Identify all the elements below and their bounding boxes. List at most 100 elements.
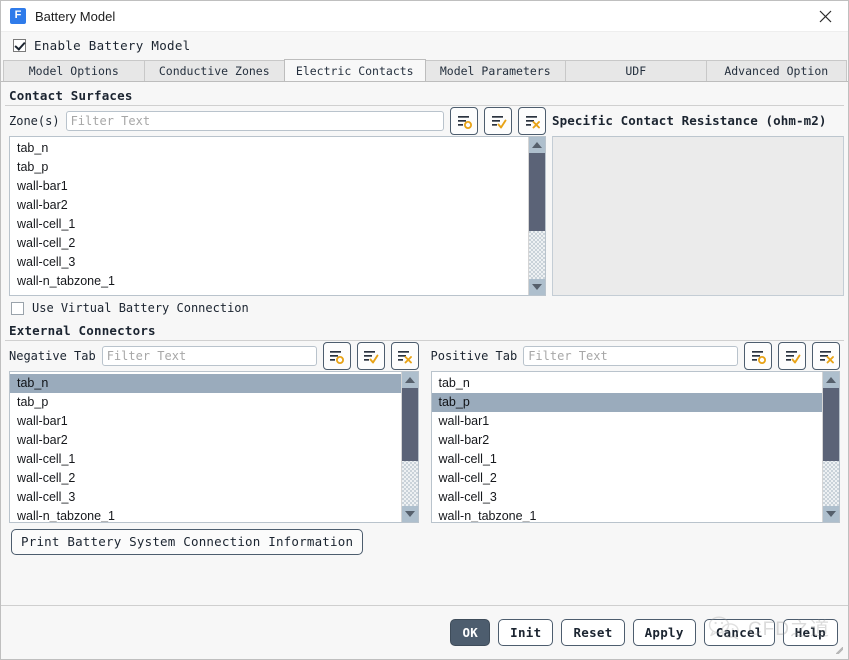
resistance-column: Specific Contact Resistance (ohm-m2) [546, 106, 844, 296]
external-connectors-title: External Connectors [9, 323, 156, 338]
list-item[interactable]: tab_n [432, 374, 823, 393]
external-connectors-section: Negative Tab Filter Text tab_n tab_p wal… [5, 341, 844, 523]
list-item[interactable]: wall-cell_3 [432, 488, 823, 507]
window-title: Battery Model [35, 8, 116, 24]
zones-list-items: tab_n tab_p wall-bar1 wall-bar2 wall-cel… [10, 137, 528, 295]
zones-vertical-scrollbar[interactable] [528, 137, 545, 295]
list-item[interactable]: wall-bar1 [10, 177, 528, 196]
print-info-row: Print Battery System Connection Informat… [1, 523, 848, 561]
tab-conductive-zones[interactable]: Conductive Zones [143, 60, 285, 81]
positive-tab-select-all-icon[interactable] [778, 342, 806, 370]
zones-filter-input[interactable] [65, 111, 444, 131]
tab-model-parameters[interactable]: Model Parameters [424, 60, 566, 81]
scroll-track[interactable] [823, 388, 839, 506]
negative-tab-vertical-scrollbar[interactable] [400, 372, 418, 522]
scroll-up-arrow-icon[interactable] [823, 372, 839, 388]
scroll-thumb[interactable] [529, 153, 545, 232]
list-item[interactable]: tab_p [431, 393, 822, 412]
positive-tab-filter-input[interactable] [523, 346, 738, 366]
positive-tab-column: Positive Tab Filter Text tab_n tab_p wal… [430, 341, 840, 523]
tab-electric-contacts[interactable]: Electric Contacts [284, 59, 426, 81]
fluent-f-icon [10, 7, 26, 24]
scroll-down-arrow-icon[interactable] [823, 506, 839, 522]
use-virtual-battery-connection-label: Use Virtual Battery Connection [32, 301, 249, 315]
list-item[interactable]: tab_n [10, 139, 528, 158]
resistance-header: Specific Contact Resistance (ohm-m2) [552, 113, 827, 128]
help-button[interactable]: Help [782, 619, 838, 646]
tab-advanced-option[interactable]: Advanced Option [705, 60, 847, 81]
list-item[interactable]: wall-cell_1 [432, 450, 823, 469]
negative-tab-filter-row: Negative Tab [9, 341, 419, 371]
positive-tab-deselect-all-icon[interactable] [812, 342, 840, 370]
zones-listbox[interactable]: tab_n tab_p wall-bar1 wall-bar2 wall-cel… [9, 136, 546, 296]
enable-battery-model-row[interactable]: Enable Battery Model [1, 32, 848, 57]
dialog-footer: CFD之道 OK Init Reset Apply Cancel Help [1, 605, 848, 659]
enable-battery-model-checkbox[interactable] [13, 39, 26, 52]
resistance-value-panel[interactable] [552, 136, 844, 296]
init-button[interactable]: Init [498, 619, 554, 646]
positive-tab-filter-list-icon[interactable] [744, 342, 772, 370]
list-item[interactable]: wall-cell_1 [10, 215, 528, 234]
scroll-thumb[interactable] [401, 388, 418, 462]
list-item[interactable]: wall-bar2 [432, 431, 823, 450]
list-item[interactable]: wall-bar2 [10, 431, 401, 450]
scroll-down-arrow-icon[interactable] [529, 279, 545, 295]
negative-tab-label: Negative Tab [9, 349, 96, 363]
list-item[interactable]: tab_p [10, 158, 528, 177]
negative-tab-list-items: tab_n tab_p wall-bar1 wall-bar2 wall-cel… [10, 372, 401, 522]
zones-filter-row: Zone(s) [9, 106, 546, 136]
list-item[interactable]: tab_p [10, 393, 401, 412]
scroll-track[interactable] [529, 153, 545, 279]
list-item[interactable]: wall-bar2 [10, 196, 528, 215]
positive-tab-listbox[interactable]: tab_n tab_p wall-bar1 wall-bar2 wall-cel… [430, 371, 840, 523]
cancel-button[interactable]: Cancel [703, 619, 775, 646]
list-item[interactable]: wall-cell_1 [10, 450, 401, 469]
list-item[interactable]: wall-n_tabzone_1 [10, 272, 528, 291]
zones-deselect-all-icon[interactable] [518, 107, 546, 135]
print-battery-system-connection-information-button[interactable]: Print Battery System Connection Informat… [11, 529, 364, 555]
contact-surfaces-title: Contact Surfaces [9, 88, 133, 103]
list-item[interactable]: wall-n_tabzone_1 [10, 507, 401, 522]
list-item[interactable]: wall-cell_2 [10, 234, 528, 253]
use-virtual-battery-connection-checkbox[interactable] [11, 301, 24, 315]
tab-content-electric-contacts: Contact Surfaces Zone(s) Filter Text tab… [1, 81, 848, 605]
scroll-thumb[interactable] [823, 388, 839, 462]
scroll-track[interactable] [401, 388, 418, 506]
positive-tab-label: Positive Tab [430, 349, 518, 363]
negative-tab-filter-list-icon[interactable] [322, 342, 351, 370]
negative-tab-select-all-icon[interactable] [356, 342, 385, 370]
zones-select-all-icon[interactable] [484, 107, 512, 135]
scroll-up-arrow-icon[interactable] [529, 137, 545, 153]
reset-button[interactable]: Reset [561, 619, 625, 646]
list-item[interactable]: wall-bar1 [432, 412, 823, 431]
tab-bar: Model Options Conductive Zones Electric … [3, 59, 847, 81]
close-icon[interactable] [802, 1, 848, 31]
apply-button[interactable]: Apply [632, 619, 696, 646]
zones-label: Zone(s) [9, 114, 60, 128]
list-item[interactable]: tab_n [10, 374, 401, 393]
zones-filter-list-icon[interactable] [450, 107, 478, 135]
enable-battery-model-label: Enable Battery Model [34, 38, 191, 53]
list-item[interactable]: wall-cell_2 [432, 469, 823, 488]
list-item[interactable]: wall-cell_3 [10, 253, 528, 272]
battery-model-dialog: Battery Model Enable Battery Model Model… [0, 0, 849, 660]
list-item[interactable]: wall-n_tabzone_1 [432, 507, 823, 522]
positive-tab-vertical-scrollbar[interactable] [822, 372, 839, 522]
zones-column: Zone(s) Filter Text tab_n tab_p wall-bar… [5, 106, 546, 296]
negative-tab-filter-input[interactable] [101, 346, 317, 366]
negative-tab-listbox[interactable]: tab_n tab_p wall-bar1 wall-bar2 wall-cel… [9, 371, 419, 523]
positive-tab-list-items: tab_n tab_p wall-bar1 wall-bar2 wall-cel… [431, 372, 823, 522]
positive-tab-filter-row: Positive Tab [430, 341, 840, 371]
list-item[interactable]: wall-cell_3 [10, 488, 401, 507]
title-bar: Battery Model [1, 1, 848, 32]
contact-surfaces-section: Zone(s) Filter Text tab_n tab_p wall-bar… [1, 106, 848, 296]
negative-tab-deselect-all-icon[interactable] [390, 342, 419, 370]
list-item[interactable]: wall-bar1 [10, 412, 401, 431]
use-virtual-battery-connection-row[interactable]: Use Virtual Battery Connection [1, 296, 848, 317]
scroll-up-arrow-icon[interactable] [401, 372, 418, 388]
tab-udf[interactable]: UDF [565, 60, 707, 81]
ok-button[interactable]: OK [450, 619, 491, 646]
scroll-down-arrow-icon[interactable] [401, 506, 418, 522]
tab-model-options[interactable]: Model Options [3, 60, 145, 81]
list-item[interactable]: wall-cell_2 [10, 469, 401, 488]
